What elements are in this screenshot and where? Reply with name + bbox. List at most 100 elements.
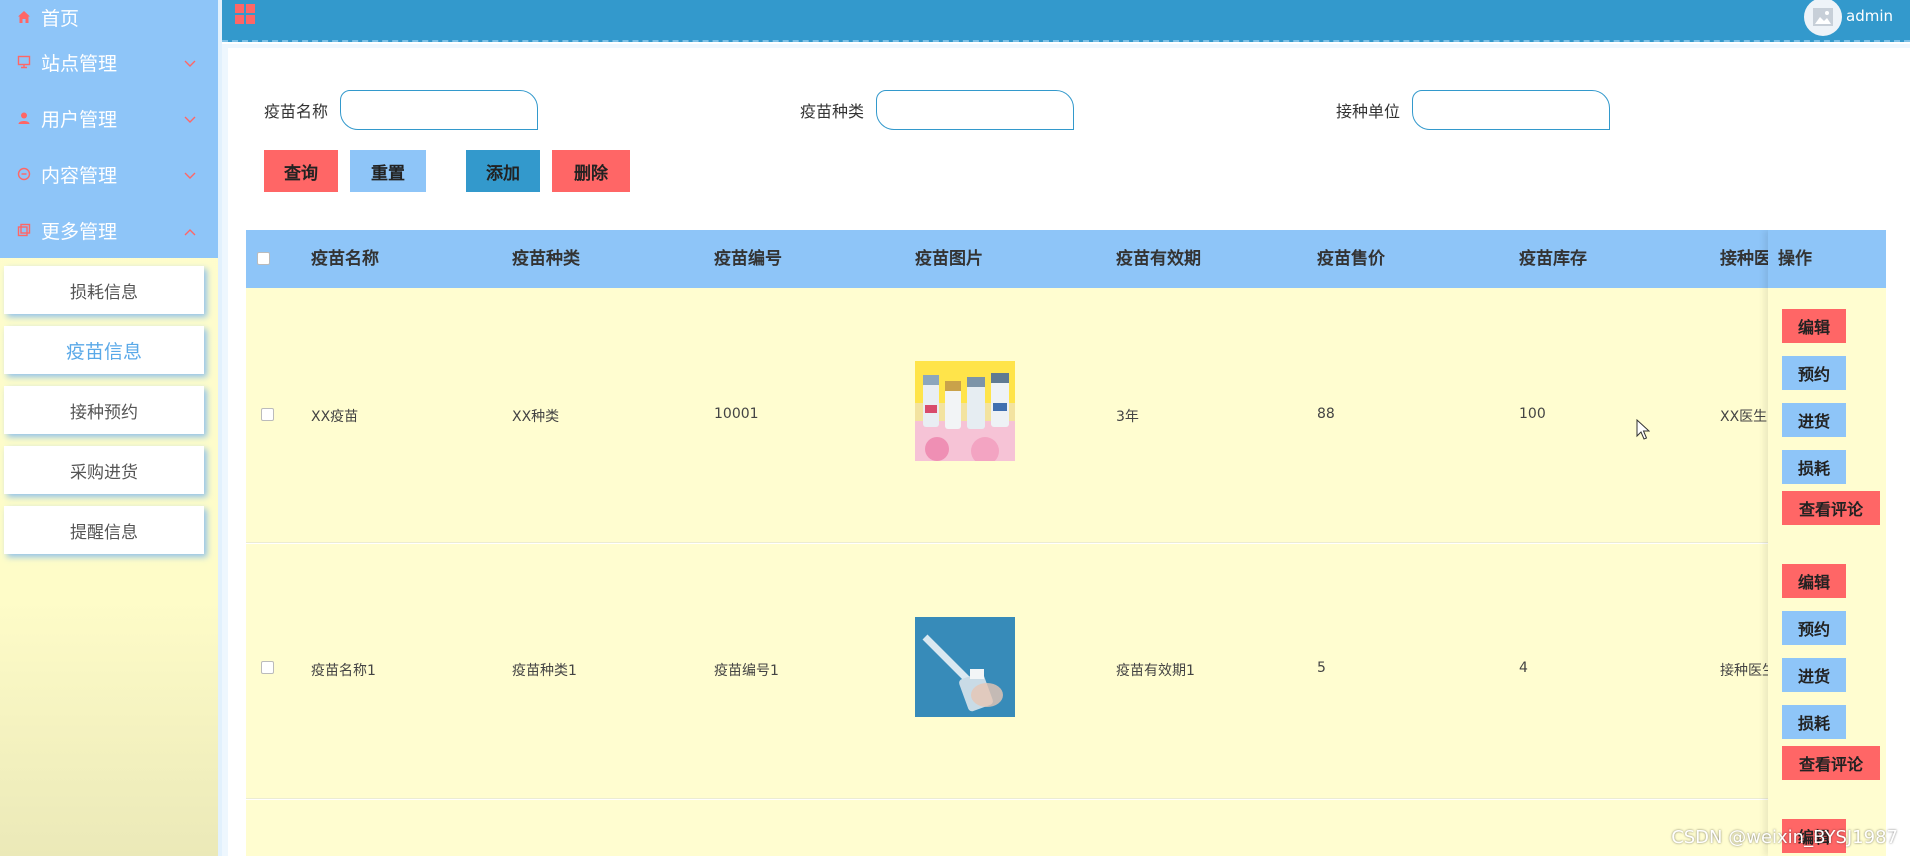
main-content: 疫苗名称 疫苗种类 接种单位 查询 重置 添加 删除 疫苗名称 疫苗种类 疫苗编… [222, 44, 1910, 856]
sidebar-item-label: 更多管理 [41, 220, 118, 243]
cell-stock: 4 [1519, 660, 1528, 676]
column-header: 疫苗图片 [915, 249, 983, 269]
home-icon [16, 9, 32, 25]
column-header[interactable]: 疫苗名称 [311, 230, 379, 288]
cell-vaccine-code: 疫苗编号1 [714, 663, 779, 679]
submenu-item-loss-info[interactable]: 损耗信息 [4, 266, 204, 314]
sidebar-item-home[interactable]: 首页 [0, 0, 218, 34]
submenu-item-label: 损耗信息 [70, 282, 138, 303]
chevron-down-icon [184, 107, 196, 129]
submenu-item-label: 接种预约 [70, 402, 138, 423]
loss-button[interactable]: 损耗 [1782, 705, 1846, 739]
cell-validity: 3年 [1116, 409, 1139, 425]
reserve-button[interactable]: 预约 [1782, 611, 1846, 645]
select-all-checkbox[interactable] [257, 252, 270, 265]
search-label: 疫苗名称 [264, 102, 329, 121]
delete-button[interactable]: 删除 [552, 150, 630, 192]
submenu-item-label: 疫苗信息 [65, 340, 142, 363]
column-header[interactable]: 疫苗库存 [1519, 230, 1587, 288]
column-header[interactable]: 疫苗售价 [1317, 230, 1385, 288]
column-header[interactable]: 疫苗种类 [512, 230, 580, 288]
add-button[interactable]: 添加 [466, 150, 540, 192]
vaccine-vials-image[interactable] [915, 361, 1015, 461]
vaccine-name-input[interactable] [340, 90, 539, 130]
cell-vaccine-type: XX种类 [512, 409, 560, 425]
view-comments-button[interactable]: 查看评论 [1782, 491, 1880, 525]
sidebar-item-content-management[interactable]: 内容管理 [0, 146, 218, 202]
search-field-vaccination-unit: 接种单位 [1336, 90, 1611, 130]
top-bar: admin [222, 0, 1910, 42]
chevron-down-icon [184, 51, 196, 73]
sidebar-nav: 首页 站点管理 用户管理 内容管理 更多管理 [0, 0, 218, 258]
table-row[interactable]: 疫苗名称1 疫苗种类1 疫苗编号1 疫苗有效期1 5 4 接种医 [246, 544, 1886, 799]
copy-icon [16, 222, 32, 238]
cell-vaccine-name: XX疫苗 [311, 409, 359, 425]
sidebar-item-site-management[interactable]: 站点管理 [0, 34, 218, 90]
vaccine-table: 疫苗名称 疫苗种类 疫苗编号 疫苗图片 疫苗有效期 疫苗售价 疫苗库存 接种医 … [246, 230, 1886, 856]
cell-validity: 疫苗有效期1 [1116, 663, 1195, 679]
vaccination-unit-input[interactable] [1412, 90, 1611, 130]
content-panel: 疫苗名称 疫苗种类 接种单位 查询 重置 添加 删除 疫苗名称 疫苗种类 疫苗编… [228, 48, 1910, 856]
submenu-item-vaccine-info[interactable]: 疫苗信息 [4, 326, 204, 374]
sidebar-item-user-management[interactable]: 用户管理 [0, 90, 218, 146]
mouse-cursor-icon [1636, 419, 1650, 440]
submenu-item-label: 提醒信息 [70, 522, 138, 543]
search-form: 疫苗名称 疫苗种类 接种单位 [264, 90, 1664, 130]
query-button[interactable]: 查询 [264, 150, 338, 192]
cell-doctor: 接种医生 [1720, 663, 1768, 679]
reset-button[interactable]: 重置 [350, 150, 426, 192]
sidebar-item-label: 站点管理 [41, 52, 118, 75]
cell-vaccine-type: 疫苗种类1 [512, 663, 577, 679]
table-row[interactable]: XX疫苗 XX种类 10001 3年 88 100 XX医生 [246, 288, 1886, 543]
search-field-vaccine-name: 疫苗名称 [264, 90, 539, 130]
cell-doctor: XX医生 [1720, 409, 1768, 425]
cell-stock: 100 [1519, 406, 1546, 422]
menu-grid-icon[interactable] [234, 3, 256, 25]
search-field-vaccine-type: 疫苗种类 [800, 90, 1075, 130]
sidebar-item-label: 首页 [41, 7, 80, 30]
vaccine-type-input[interactable] [876, 90, 1075, 130]
cell-vaccine-name: 疫苗名称1 [311, 663, 376, 679]
reserve-button[interactable]: 预约 [1782, 356, 1846, 390]
row-checkbox[interactable] [261, 408, 274, 421]
submenu-item-reminder-info[interactable]: 提醒信息 [4, 506, 204, 554]
watermark: CSDN @weixin_BYSJ1987 [1671, 827, 1898, 848]
view-comments-button[interactable]: 查看评论 [1782, 746, 1880, 780]
submenu-more-management: 损耗信息 疫苗信息 接种预约 采购进货 提醒信息 [0, 258, 218, 554]
stock-in-button[interactable]: 进货 [1782, 658, 1846, 692]
image-placeholder-icon [1813, 8, 1833, 26]
cell-vaccine-code: 10001 [714, 406, 759, 422]
edit-button[interactable]: 编辑 [1782, 564, 1846, 598]
cell-price: 88 [1317, 406, 1335, 422]
search-label: 疫苗种类 [800, 102, 865, 121]
submenu-item-purchase-stock[interactable]: 采购进货 [4, 446, 204, 494]
chevron-up-icon [184, 219, 196, 241]
submenu-item-vaccination-appointment[interactable]: 接种预约 [4, 386, 204, 434]
sidebar: 首页 站点管理 用户管理 内容管理 更多管理 损耗信息 疫苗信息 接种预约 采购… [0, 0, 218, 856]
cell-price: 5 [1317, 660, 1326, 676]
row-checkbox[interactable] [261, 661, 274, 674]
username[interactable]: admin [1846, 7, 1893, 25]
vaccine-syringe-image[interactable] [915, 617, 1015, 717]
table-row[interactable] [246, 800, 1886, 856]
column-header[interactable]: 疫苗有效期 [1116, 230, 1201, 288]
table-header: 疫苗名称 疫苗种类 疫苗编号 疫苗图片 疫苗有效期 疫苗售价 疫苗库存 接种医 [246, 230, 1886, 288]
loss-button[interactable]: 损耗 [1782, 450, 1846, 484]
avatar[interactable] [1804, 0, 1842, 36]
chevron-down-icon [184, 163, 196, 185]
sidebar-item-label: 内容管理 [41, 164, 118, 187]
monitor-icon [16, 54, 32, 70]
search-label: 接种单位 [1336, 102, 1401, 121]
stock-in-button[interactable]: 进货 [1782, 403, 1846, 437]
action-buttons: 查询 重置 添加 删除 [264, 150, 764, 192]
column-header[interactable]: 接种医 [1720, 230, 1768, 288]
user-icon [16, 110, 32, 126]
column-header-operations: 操作 [1768, 230, 1886, 288]
sidebar-item-more-management[interactable]: 更多管理 [0, 202, 218, 258]
operations-column: 操作 编辑 预约 进货 损耗 查看评论 编辑 预约 进货 损耗 查看评论 编辑 [1768, 230, 1886, 856]
content-icon [16, 166, 32, 182]
column-header[interactable]: 疫苗编号 [714, 230, 782, 288]
submenu-item-label: 采购进货 [70, 462, 138, 483]
sidebar-item-label: 用户管理 [41, 108, 118, 131]
edit-button[interactable]: 编辑 [1782, 309, 1846, 343]
